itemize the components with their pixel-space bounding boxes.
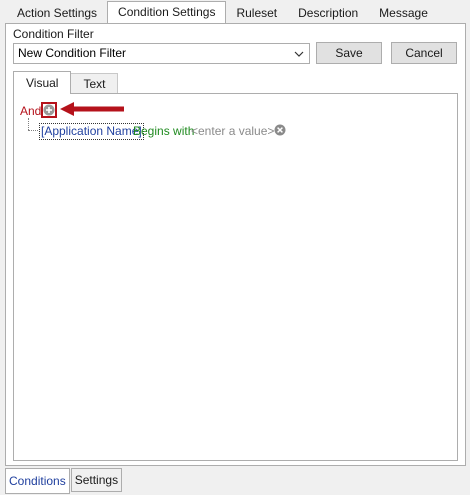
remove-condition-icon[interactable] <box>274 124 286 136</box>
tab-description[interactable]: Description <box>287 3 369 23</box>
condition-operator[interactable]: Begins with <box>133 124 194 138</box>
save-button[interactable]: Save <box>316 42 382 64</box>
tree-connector <box>28 130 38 131</box>
plus-circle-icon <box>43 104 55 116</box>
tab-condition-settings[interactable]: Condition Settings <box>107 1 227 23</box>
top-tab-strip: Action Settings Condition Settings Rules… <box>6 1 439 23</box>
editor-tab-strip: Visual Text <box>13 71 119 94</box>
tree-connector <box>28 118 29 130</box>
tab-settings[interactable]: Settings <box>70 468 123 492</box>
tab-conditions[interactable]: Conditions <box>5 468 70 494</box>
group-operator-and[interactable]: And <box>20 104 41 118</box>
add-condition-button[interactable] <box>41 102 57 118</box>
tab-action-settings[interactable]: Action Settings <box>6 3 108 23</box>
annotation-arrow-icon <box>60 102 124 116</box>
tab-ruleset[interactable]: Ruleset <box>225 3 288 23</box>
condition-filter-select[interactable]: New Condition Filter <box>13 43 310 64</box>
condition-field[interactable]: [Application Name] <box>39 123 144 140</box>
condition-filter-value: New Condition Filter <box>18 46 127 60</box>
visual-editor-panel: And [Application Name] Begins with <ente… <box>13 93 458 461</box>
tab-text[interactable]: Text <box>70 73 119 94</box>
tab-visual[interactable]: Visual <box>13 71 72 94</box>
cancel-button[interactable]: Cancel <box>391 42 457 64</box>
bottom-tab-strip: Conditions Settings <box>5 468 123 494</box>
condition-value-placeholder[interactable]: <enter a value> <box>191 124 274 138</box>
tab-message[interactable]: Message <box>368 3 439 23</box>
condition-filter-label: Condition Filter <box>13 27 94 41</box>
condition-settings-panel: Condition Filter New Condition Filter Sa… <box>5 23 466 466</box>
chevron-down-icon <box>294 51 304 57</box>
